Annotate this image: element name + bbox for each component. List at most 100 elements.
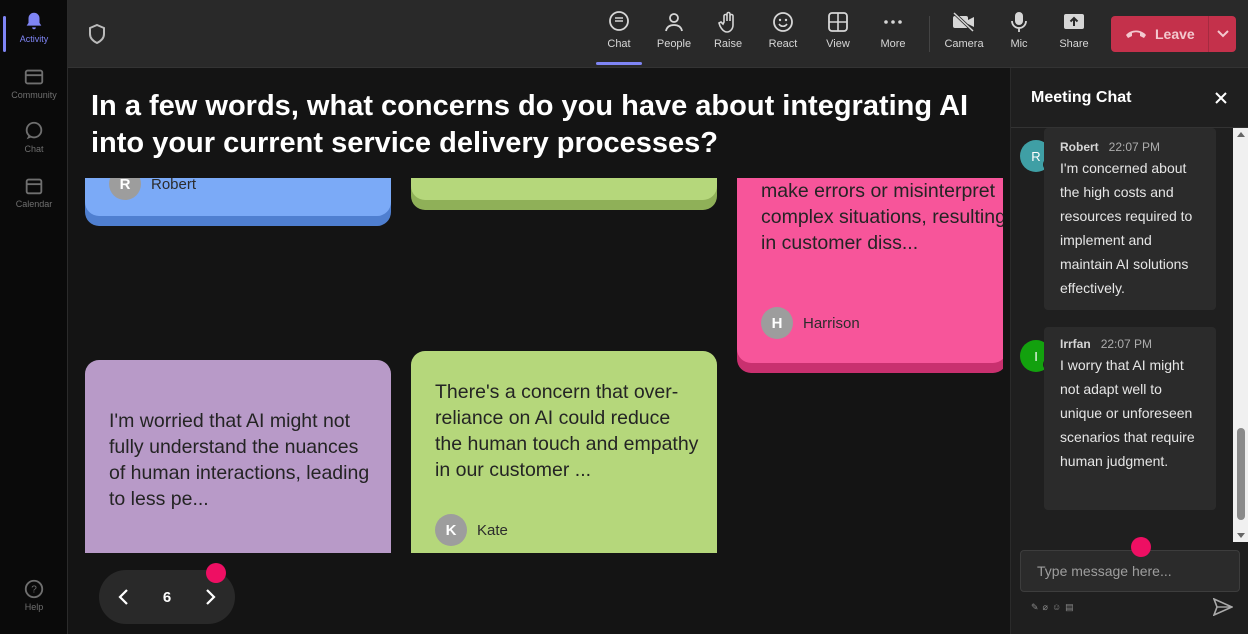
toolbar-mic-button[interactable]: Mic xyxy=(995,10,1043,50)
pointer-indicator xyxy=(1131,537,1151,557)
toolbar-more-button[interactable]: More xyxy=(869,10,917,50)
avatar: H xyxy=(761,307,793,339)
toolbar-label: View xyxy=(826,38,850,50)
response-card[interactable]: I'm worried that AI might not fully unde… xyxy=(85,360,391,553)
toolbar-label: React xyxy=(768,38,798,50)
meeting-chat-panel: Meeting Chat R Robert 22:07 PM I'm concer… xyxy=(1010,68,1248,634)
toolbar-divider xyxy=(929,16,930,52)
response-card[interactable] xyxy=(411,178,717,210)
scroll-down-icon[interactable] xyxy=(1237,533,1245,539)
rail-item-help[interactable]: ? Help xyxy=(0,578,68,612)
author-name: Kate xyxy=(477,521,508,539)
message-time: 22:07 PM xyxy=(1108,140,1161,154)
people-icon xyxy=(665,13,683,32)
toolbar-label: People xyxy=(656,38,692,50)
toolbar-label: More xyxy=(880,38,906,50)
response-cards: R Robert make errors or misinterpret com… xyxy=(68,178,1003,553)
rail-item-activity[interactable]: Activity xyxy=(0,10,68,52)
card-author: K Kate xyxy=(435,514,508,546)
toolbar-label: Mic xyxy=(1010,38,1028,50)
message-meta: Irrfan 22:07 PM xyxy=(1060,337,1200,351)
toolbar-chat-button[interactable]: Chat xyxy=(595,10,643,50)
rail-label: Chat xyxy=(24,144,44,154)
chat-message: Irrfan 22:07 PM I worry that AI might not… xyxy=(1044,327,1216,510)
toolbar-camera-button[interactable]: Camera xyxy=(940,10,988,50)
chevron-down-icon xyxy=(1216,30,1229,38)
shield-icon xyxy=(89,24,105,44)
chat-header: Meeting Chat xyxy=(1011,68,1248,128)
community-icon xyxy=(24,69,44,85)
toolbar-label: Raise xyxy=(713,38,743,50)
toolbar-share-button[interactable]: Share xyxy=(1050,10,1098,50)
response-card[interactable]: R Robert xyxy=(85,178,391,226)
help-icon: ? xyxy=(24,579,44,599)
meeting-toolbar: Chat People Raise React View More Camera… xyxy=(68,0,1248,68)
toolbar-raise-button[interactable]: Raise xyxy=(704,10,752,50)
page-number: 6 xyxy=(162,588,172,606)
camera-off-icon xyxy=(952,11,975,33)
message-author: Irrfan xyxy=(1060,337,1091,351)
active-tab-indicator xyxy=(596,62,642,65)
share-icon xyxy=(1064,14,1084,29)
attach-icon[interactable]: ⌀ xyxy=(1043,602,1052,612)
toolbar-view-button[interactable]: View xyxy=(814,10,862,50)
card-author: H Harrison xyxy=(761,307,860,339)
send-icon[interactable] xyxy=(1213,598,1233,616)
author-name: Harrison xyxy=(803,314,860,332)
hand-icon xyxy=(718,11,734,33)
smile-icon xyxy=(773,12,793,32)
message-meta: Robert 22:07 PM xyxy=(1060,140,1200,154)
avatar: R xyxy=(109,178,141,200)
card-text: I'm worried that AI might not fully unde… xyxy=(109,410,370,510)
more-icon xyxy=(884,20,902,24)
toolbar-label: Camera xyxy=(944,38,984,50)
format-icon[interactable]: ✎ xyxy=(1031,602,1043,612)
scroll-up-icon[interactable] xyxy=(1237,131,1245,137)
close-icon[interactable] xyxy=(1214,91,1228,105)
gif-icon[interactable]: ▤ xyxy=(1065,602,1078,612)
emoji-icon[interactable]: ☺ xyxy=(1052,602,1065,612)
author-name: Robert xyxy=(151,178,197,193)
chat-icon xyxy=(609,11,629,31)
rail-label: Activity xyxy=(19,34,49,44)
rail-label: Community xyxy=(11,90,57,100)
toolbar-label: Chat xyxy=(607,38,631,50)
rail-item-community[interactable]: Community xyxy=(0,66,68,100)
leave-options-button[interactable] xyxy=(1209,30,1236,38)
toolbar-react-button[interactable]: React xyxy=(759,10,807,50)
phone-hangup-icon xyxy=(1126,30,1146,38)
response-card[interactable]: There's a concern that over-reliance on … xyxy=(411,351,717,553)
leave-main-button[interactable]: Leave xyxy=(1111,16,1209,52)
chat-scrollbar[interactable] xyxy=(1233,128,1248,542)
card-author: R Robert xyxy=(109,178,196,200)
svg-text:?: ? xyxy=(31,585,37,596)
rail-item-chat[interactable]: Chat xyxy=(0,120,68,154)
toolbar-label: Share xyxy=(1059,38,1089,50)
mic-icon xyxy=(1011,12,1027,32)
scroll-thumb[interactable] xyxy=(1237,428,1245,520)
pointer-indicator xyxy=(206,563,226,583)
message-text: I worry that AI might not adapt well to … xyxy=(1060,357,1195,469)
grid-icon xyxy=(828,12,848,32)
question-title: In a few words, what concerns do you hav… xyxy=(91,90,969,159)
chat-title: Meeting Chat xyxy=(1031,88,1132,106)
chevron-left-icon[interactable] xyxy=(117,588,129,606)
chat-message: Robert 22:07 PM I'm concerned about the h… xyxy=(1044,128,1216,310)
card-text: There's a concern that over-reliance on … xyxy=(435,381,699,481)
chevron-right-icon[interactable] xyxy=(205,588,217,606)
response-card[interactable]: make errors or misinterpret complex situ… xyxy=(737,178,1003,373)
app-rail: Activity Community Chat Calendar ? Help xyxy=(0,0,68,634)
toolbar-people-button[interactable]: People xyxy=(650,10,698,50)
rail-item-calendar[interactable]: Calendar xyxy=(0,175,68,209)
message-time: 22:07 PM xyxy=(1100,337,1153,351)
avatar: K xyxy=(435,514,467,546)
leave-label: Leave xyxy=(1155,26,1195,42)
message-text: I'm concerned about the high costs and r… xyxy=(1060,160,1193,296)
shared-content-stage: In a few words, what concerns do you hav… xyxy=(68,68,1010,634)
message-input[interactable] xyxy=(1020,550,1240,592)
message-author: Robert xyxy=(1060,140,1099,154)
chat-messages: R Robert 22:07 PM I'm concerned about the… xyxy=(1011,128,1233,542)
rail-label: Calendar xyxy=(15,199,53,209)
leave-button[interactable]: Leave xyxy=(1111,16,1236,52)
card-text: make errors or misinterpret complex situ… xyxy=(761,180,1003,254)
